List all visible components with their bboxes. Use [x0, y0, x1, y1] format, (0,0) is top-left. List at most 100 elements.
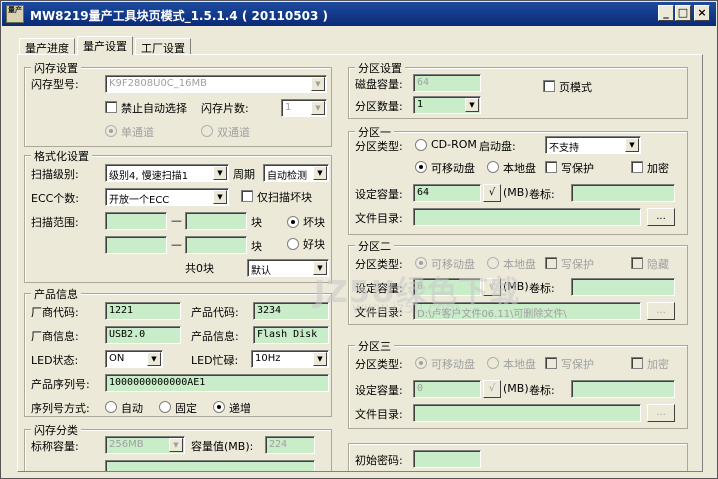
- flash-count-value: 1: [285, 102, 292, 113]
- p1-cdrom-radio[interactable]: [415, 139, 427, 151]
- p3-local-radio[interactable]: [487, 357, 499, 369]
- led-busy-select[interactable]: 10Hz ▼: [251, 350, 329, 368]
- serial-label: 产品序列号:: [31, 378, 90, 391]
- serial-fixed-radio[interactable]: [159, 401, 171, 413]
- partition-settings-group: 分区设置 磁盘容量: 64 页模式 分区数量: 1 ▼: [348, 60, 688, 119]
- p3-volume-field[interactable]: [571, 380, 675, 398]
- p2-browse-button[interactable]: ...: [647, 302, 675, 320]
- close-button[interactable]: ×: [694, 5, 710, 21]
- scan-level-select[interactable]: 级别4, 慢速扫描1 ▼: [105, 164, 229, 182]
- p2-volume-field[interactable]: [571, 278, 675, 296]
- dual-channel-label: 双通道: [217, 126, 250, 139]
- nominal-capacity-label: 标称容量:: [31, 440, 79, 453]
- p1-check-button[interactable]: √: [483, 184, 501, 202]
- p3-encrypt-checkbox[interactable]: [631, 357, 643, 369]
- window-title: MW8219量产工具块页模式_1.5.1.4 ( 20110503 ): [30, 9, 328, 23]
- p1-volume-field[interactable]: [571, 184, 675, 202]
- serial-auto-radio[interactable]: [105, 401, 117, 413]
- dual-channel-radio[interactable]: [201, 125, 213, 137]
- tab-settings[interactable]: 量产设置: [77, 36, 133, 55]
- flash-class-extra-field[interactable]: [105, 460, 315, 471]
- p3-capacity-field[interactable]: 0: [413, 380, 481, 398]
- tab-progress[interactable]: 量产进度: [19, 38, 75, 55]
- p3-check-button[interactable]: √: [483, 380, 501, 398]
- range-dash-2: —: [171, 238, 182, 251]
- tab-factory[interactable]: 工厂设置: [135, 38, 191, 55]
- app-icon: 量产: [6, 5, 24, 23]
- p1-write-protect-checkbox[interactable]: [545, 161, 557, 173]
- vendor-info-field[interactable]: USB2.0: [105, 326, 181, 344]
- p2-hidden-checkbox[interactable]: [631, 257, 643, 269]
- good-block-radio[interactable]: [287, 238, 299, 250]
- chevron-down-icon: ▼: [147, 352, 161, 366]
- maximize-button[interactable]: □: [675, 5, 691, 21]
- p3-volume-label: 卷标:: [529, 384, 555, 397]
- p1-boot-select[interactable]: 不支持 ▼: [545, 136, 641, 154]
- product-info-field[interactable]: Flash Disk: [253, 326, 329, 344]
- nominal-capacity-select[interactable]: 256MB ▼: [105, 436, 185, 454]
- disable-auto-label: 禁止自动选择: [121, 102, 187, 115]
- product-code-field[interactable]: 3234: [253, 302, 329, 320]
- range-start-1[interactable]: [105, 212, 167, 230]
- flash-count-select[interactable]: 1 ▼: [281, 99, 327, 117]
- p3-removable-radio[interactable]: [415, 357, 427, 369]
- p2-dir-field[interactable]: D:\卢客户文件06.11\可删除文件\: [413, 302, 641, 320]
- p3-browse-button[interactable]: ...: [647, 404, 675, 422]
- p1-boot-value: 不支持: [549, 143, 579, 154]
- partition-2-legend: 分区二: [355, 238, 394, 254]
- p1-removable-radio[interactable]: [415, 161, 427, 173]
- flash-count-label: 闪存片数:: [201, 102, 249, 115]
- p1-type-label: 分区类型:: [355, 140, 403, 153]
- product-info-label: 产品信息:: [191, 330, 239, 343]
- range-start-2[interactable]: [105, 236, 167, 254]
- init-password-label: 初始密码:: [355, 454, 403, 467]
- range-end-2[interactable]: [185, 236, 247, 254]
- bad-block-radio[interactable]: [287, 216, 299, 228]
- p2-volume-label: 卷标:: [529, 282, 555, 295]
- title-bar[interactable]: 量产 MW8219量产工具块页模式_1.5.1.4 ( 20110503 ) _…: [2, 2, 716, 26]
- vendor-code-label: 厂商代码:: [31, 306, 79, 319]
- p3-write-protect-checkbox[interactable]: [545, 357, 557, 369]
- default-select[interactable]: 默认 ▼: [247, 259, 329, 277]
- range-end-1[interactable]: [185, 212, 247, 230]
- default-value: 默认: [251, 266, 271, 277]
- capacity-mb-field[interactable]: 224: [265, 436, 315, 454]
- scan-bad-only-label: 仅扫描坏块: [257, 191, 312, 204]
- p1-browse-button[interactable]: ...: [647, 208, 675, 226]
- p1-encrypt-checkbox[interactable]: [631, 161, 643, 173]
- p1-dir-field[interactable]: [413, 208, 641, 226]
- p3-dir-label: 文件目录:: [355, 408, 403, 421]
- led-state-select[interactable]: ON ▼: [105, 350, 163, 368]
- p1-write-protect-label: 写保护: [561, 162, 594, 175]
- p2-hidden-label: 隐藏: [647, 258, 669, 271]
- p2-removable-radio[interactable]: [415, 257, 427, 269]
- p1-local-radio[interactable]: [487, 161, 499, 173]
- partition-count-select[interactable]: 1 ▼: [413, 96, 481, 114]
- page-mode-checkbox[interactable]: [543, 80, 555, 92]
- vendor-code-field[interactable]: 1221: [105, 302, 181, 320]
- p2-write-protect-checkbox[interactable]: [545, 257, 557, 269]
- p3-removable-label: 可移动盘: [431, 358, 475, 371]
- p2-capacity-label: 设定容量:: [355, 282, 403, 295]
- p2-check-button[interactable]: √: [483, 278, 501, 296]
- single-channel-label: 单通道: [121, 126, 154, 139]
- p2-capacity-field[interactable]: 0: [413, 278, 481, 296]
- single-channel-radio[interactable]: [105, 125, 117, 137]
- p2-local-radio[interactable]: [487, 257, 499, 269]
- chevron-down-icon: ▼: [213, 166, 227, 180]
- scan-bad-only-checkbox[interactable]: [241, 190, 253, 202]
- flash-model-select[interactable]: K9F2808U0C_16MB ▼: [105, 75, 327, 93]
- serial-field[interactable]: 1000000000000AE1: [105, 374, 329, 392]
- ecc-select[interactable]: 开放一个ECC ▼: [105, 188, 229, 206]
- init-password-field[interactable]: [413, 450, 481, 468]
- p1-capacity-field[interactable]: 64: [413, 184, 481, 202]
- p3-dir-field[interactable]: [413, 404, 641, 422]
- disable-auto-checkbox[interactable]: [105, 101, 117, 113]
- p2-type-label: 分区类型:: [355, 258, 403, 271]
- minimize-button[interactable]: _: [658, 5, 674, 21]
- led-busy-value: 10Hz: [255, 353, 281, 364]
- serial-increment-radio[interactable]: [213, 401, 225, 413]
- disk-capacity-field[interactable]: 64: [413, 74, 481, 92]
- cycle-select[interactable]: 自动检测 ▼: [263, 164, 329, 182]
- range-dash-1: —: [171, 214, 182, 227]
